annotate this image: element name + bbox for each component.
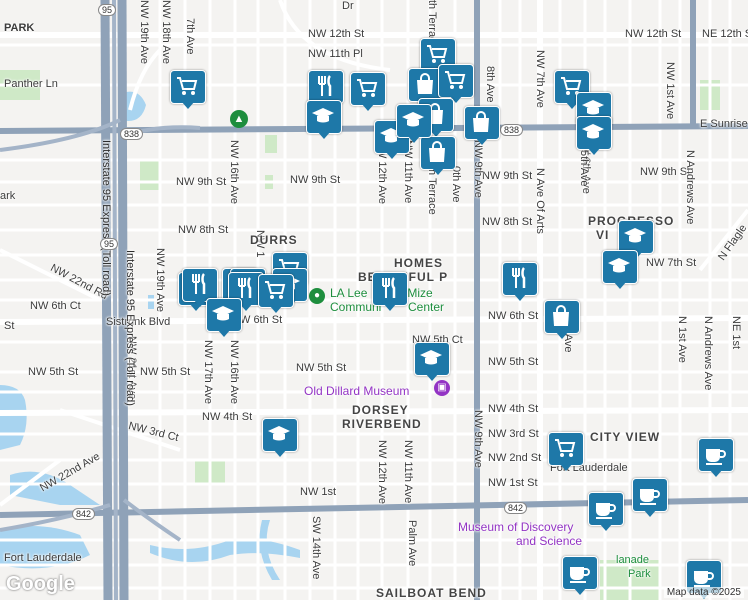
graduation-cap-marker[interactable] [414,342,450,382]
community-center-marker-icon[interactable]: ● [309,288,325,304]
route-838-shield-b: 838 [500,124,524,136]
nw-18th-ave-label: NW 18th Ave [160,0,172,64]
i95-shield-b: 95 [100,238,119,250]
nw-5th-st-label-d: NW 5th St [488,356,539,368]
bag-marker[interactable] [544,300,580,340]
nw-9th-ave-label: NW 9th Ave [472,140,484,198]
nw-8th-st-label-b: NW 8th St [482,216,533,228]
palm-ave-label: Palm Ave [406,520,418,567]
nw-5th-st-label-a: NW 5th St [28,366,79,378]
fort-lauderdale-station-label-b[interactable]: Fort Lauderdale [4,552,82,564]
graduation-cap-marker[interactable] [602,250,638,290]
nw-16th-ave-label: NW 16th Ave [228,140,240,204]
nw-9th-st-label-d: NW 9th St [640,166,691,178]
esplanade-park-label[interactable]: Park [628,568,651,580]
graduation-cap-marker[interactable] [576,116,612,156]
neighborhood-riverbend: RIVERBEND [342,417,422,431]
esplanade-label[interactable]: lanade [616,554,649,566]
nw-19th-ave-top-label: NW 19th Ave [138,0,150,64]
nw-4th-st-label-a: NW 4th St [202,411,253,423]
nw-4th-st-label-b: NW 4th St [488,403,539,415]
google-logo: Google [6,573,75,595]
nw-2nd-st-label: NW 2nd St [488,452,542,464]
coffee-marker[interactable] [588,492,624,532]
graduation-cap-marker[interactable] [262,418,298,458]
bag-marker[interactable] [464,106,500,146]
dr-label: Dr [342,0,354,12]
nw-12th-st-east-label: NW 12th St [625,28,682,40]
panther-ln-label: Panther Ln [4,78,58,90]
ne-1st-label: NE 1st [730,316,742,350]
nw-9th-st-label-b: NW 9th St [290,174,341,186]
park-label: PARK [4,22,35,34]
neighborhood-homes: HOMES [394,256,444,270]
n-andrews-ave-label-b: N Andrews Ave [702,316,714,391]
sistrunk-blvd-label: Sistrunk Blvd [106,316,171,328]
nw-11th-ave-label-b: NW 11th Ave [402,440,414,504]
nw-5th-st-label-c: NW 5th St [296,362,347,374]
route-842-shield-b: 842 [504,502,528,514]
nw-6th-ct-label: NW 6th Ct [30,300,81,312]
nw-1st-ave-label: NW 1st Ave [664,62,676,120]
interstate-label-b: Interstate 95 Express (Toll road) [124,250,136,406]
utensils-marker[interactable] [372,272,408,312]
sw-14th-ave-label: SW 14th Ave [310,516,322,580]
neighborhood-sailboat-bend: SAILBOAT BEND [376,586,487,600]
nw-3rd-st-label: NW 3rd St [488,428,539,440]
museum-of-discovery-label[interactable]: Museum of Discovery [458,520,573,534]
nw-5th-st-label-b: NW 5th St [140,366,191,378]
coffee-marker[interactable] [632,478,668,518]
nw-1st-label-b: NW 1st [300,486,337,498]
nw-12th-st-label: NW 12th St [308,28,365,40]
graduation-cap-marker[interactable] [396,104,432,144]
la-lee-label[interactable]: LA Lee [330,286,367,300]
route-842-shield-a: 842 [72,508,96,520]
nw-12th-ave-label-b: NW 12th Ave [376,440,388,504]
park-label-2: ark [0,190,16,202]
park-marker-icon[interactable]: ▲ [230,110,248,128]
graduation-cap-marker[interactable] [306,100,342,140]
ne-12th-st-label: NE 12th St [702,28,748,40]
nw-9th-st-label-a: NW 9th St [176,176,227,188]
museum-marker-icon[interactable]: ▣ [434,380,450,396]
nw-17th-ave-top-label: 7th Ave [184,18,196,55]
nw-8th-st-label-a: NW 8th St [178,224,229,236]
nw-8th-ave-label: 8th Ave [484,66,496,103]
sistrunk-st-label: St [4,320,15,332]
nw-1st-st-label: NW 1st St [488,477,538,489]
i95-shield-a: 95 [98,4,117,16]
neighborhood-dorsey: DORSEY [352,403,409,417]
route-838-shield-a: 838 [120,128,144,140]
nw-17th-ave-label: NW 17th Ave [202,340,214,404]
graduation-cap-marker[interactable] [206,298,242,338]
nw-6th-st-label-a: W 6th St [240,314,283,326]
neighborhood-durrs: DURRS [250,233,298,247]
neighborhood-village: VI [596,228,610,242]
nw-9th-st-label-c: NW 9th St [482,170,533,182]
ave-of-arts-label: N Ave Of Arts [534,168,546,234]
center-label[interactable]: Center [408,300,444,314]
utensils-marker[interactable] [502,262,538,302]
cart-marker[interactable] [548,432,584,472]
sunrise-blvd-label: E Sunrise [700,118,748,130]
old-dillard-museum-label[interactable]: Old Dillard Museum [304,384,409,398]
n-andrews-ave-label: N Andrews Ave [684,150,696,225]
map-attribution: Map data ©2025 [663,587,744,598]
cart-marker[interactable] [258,274,294,314]
nw-6th-st-label-b: NW 6th St [488,310,539,322]
map-canvas[interactable]: PARK ark Panther Ln NW 19th Ave NW 18th … [0,0,748,600]
and-science-label[interactable]: and Science [516,534,582,548]
coffee-marker[interactable] [562,556,598,596]
cart-marker[interactable] [350,72,386,112]
nw-11th-pl-label: NW 11th Pl [308,48,363,60]
interstate-label: Interstate 95 Express (Toll road) [100,140,112,296]
nw-19th-ave-label: NW 19th Ave [154,248,166,312]
neighborhood-city-view: CITY VIEW [590,430,661,444]
coffee-marker[interactable] [698,438,734,478]
nw-9th-ave-label-b: NW 9th Ave [472,410,484,468]
n-1st-ave-label: N 1st Ave [676,316,688,363]
nw-16th-ave-label-b: NW 16th Ave [228,340,240,404]
cart-marker[interactable] [170,70,206,110]
nw-7th-ave-label: NW 7th Ave [534,50,546,108]
